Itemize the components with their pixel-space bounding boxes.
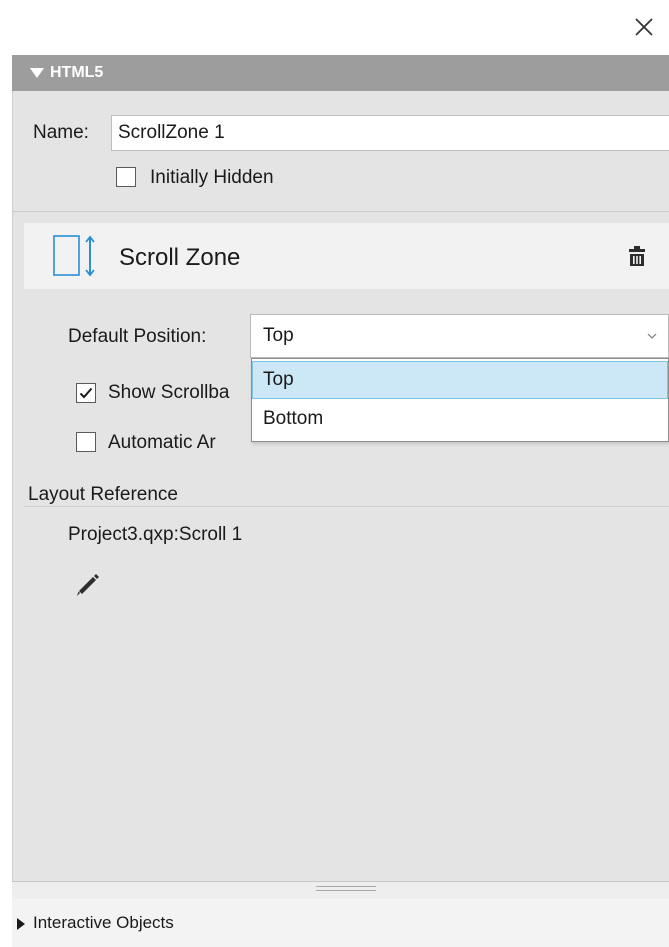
default-position-label: Default Position: <box>68 326 207 347</box>
close-icon <box>635 18 653 36</box>
default-position-dropdown: Top Bottom <box>251 358 669 442</box>
initially-hidden-label: Initially Hidden <box>150 167 274 188</box>
name-label: Name: <box>33 122 89 143</box>
initially-hidden-checkbox[interactable] <box>116 167 136 187</box>
resize-grip[interactable] <box>316 886 376 892</box>
section-title: HTML5 <box>50 64 104 81</box>
divider <box>12 211 669 212</box>
option-top[interactable]: Top <box>252 361 668 399</box>
default-position-value: Top <box>263 325 294 346</box>
trash-icon[interactable] <box>628 245 646 267</box>
scroll-zone-icon <box>53 235 95 277</box>
checkmark-icon <box>79 387 93 399</box>
divider <box>24 506 669 507</box>
close-button[interactable] <box>629 12 659 42</box>
automatic-arrows-checkbox[interactable] <box>76 432 96 452</box>
interactive-objects-row[interactable]: Interactive Objects <box>12 899 669 947</box>
name-input[interactable]: ScrollZone 1 <box>111 115 669 151</box>
show-scrollbars-checkbox[interactable] <box>76 383 96 403</box>
layout-reference-label: Layout Reference <box>28 484 178 505</box>
html5-section-header[interactable]: HTML5 <box>12 55 669 91</box>
automatic-arrows-label: Automatic Ar <box>108 432 216 453</box>
show-scrollbars-label: Show Scrollba <box>108 382 230 403</box>
triangle-right-icon <box>17 918 25 930</box>
interactive-objects-label: Interactive Objects <box>33 913 174 932</box>
default-position-select[interactable]: Top <box>250 314 669 358</box>
chevron-down-icon <box>647 333 657 339</box>
pencil-icon[interactable] <box>74 570 102 598</box>
option-bottom[interactable]: Bottom <box>252 401 668 439</box>
layout-reference-value: Project3.qxp:Scroll 1 <box>68 524 243 545</box>
triangle-down-icon <box>30 68 44 78</box>
scroll-zone-title: Scroll Zone <box>119 244 241 271</box>
